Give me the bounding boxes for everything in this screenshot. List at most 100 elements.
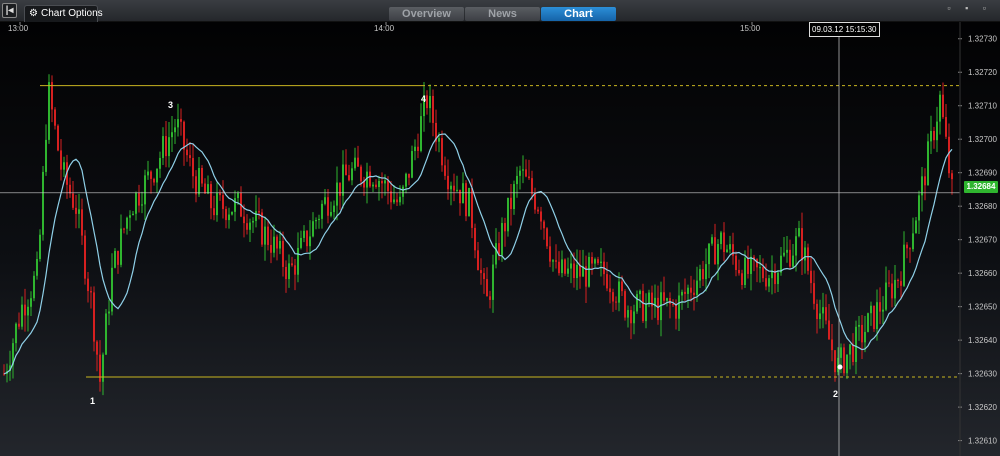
candle [450, 181, 452, 206]
candle [18, 312, 20, 330]
candle [330, 201, 332, 218]
price-tick-label: 1.32610 [968, 437, 997, 446]
candle [261, 208, 263, 247]
candle [750, 248, 752, 291]
price-tick-label: 1.32640 [968, 336, 997, 345]
candle [327, 189, 329, 224]
candle [189, 142, 191, 167]
candle [549, 236, 551, 268]
candle [789, 239, 791, 269]
tab-chart[interactable]: Chart [541, 7, 616, 21]
candle [315, 217, 317, 230]
candle [351, 162, 353, 186]
price-axis: 1.32730 1.32720 1.32710 1.32700 1.32690 1.326… [958, 22, 997, 456]
candle [276, 234, 278, 261]
candle [174, 119, 176, 144]
candle [741, 269, 743, 290]
candle [492, 254, 494, 313]
candle [570, 251, 572, 284]
crosshair-time-label: 09.03.12 15:15:30 [809, 22, 880, 37]
price-tick-label: 1.32710 [968, 102, 997, 111]
candle [540, 206, 542, 230]
candle [420, 103, 422, 153]
candle [150, 170, 152, 194]
candle [312, 212, 314, 238]
candle [852, 333, 854, 366]
candle [213, 195, 215, 221]
candle [690, 275, 692, 302]
candle [594, 257, 596, 268]
candle [132, 211, 134, 216]
candle [747, 245, 749, 279]
candle [183, 120, 185, 166]
candle [774, 263, 776, 294]
candle [705, 248, 707, 292]
candle [78, 193, 80, 229]
price-tick-label: 1.32660 [968, 269, 997, 278]
candle [324, 188, 326, 206]
candle [669, 292, 671, 319]
candle [939, 90, 941, 135]
chart-area[interactable]: 1.32730 1.32720 1.32710 1.32700 1.32690 1.326… [0, 22, 1000, 456]
candle [105, 309, 107, 355]
candle [819, 299, 821, 329]
candle [465, 180, 467, 222]
candle [39, 229, 41, 262]
candle [681, 289, 683, 310]
wave-marker-2: 2 [833, 389, 838, 399]
candle [822, 292, 824, 329]
candle [96, 340, 98, 372]
candle [309, 220, 311, 260]
candle [555, 244, 557, 269]
candle [879, 287, 881, 325]
candle [561, 250, 563, 278]
candle [177, 103, 179, 137]
candle [882, 296, 884, 325]
candle [612, 288, 614, 312]
candle [657, 285, 659, 325]
window-controls[interactable]: ▫ ▪ ▫ [947, 3, 992, 13]
candle [585, 255, 587, 304]
candle [201, 165, 203, 187]
candle [453, 173, 455, 202]
candle [357, 145, 359, 167]
candle [522, 155, 524, 184]
candle [15, 322, 17, 352]
candle [99, 340, 101, 392]
chart-options-tab[interactable]: ⚙ Chart Options [24, 5, 103, 22]
tab-news[interactable]: News [465, 7, 540, 21]
wave-marker-4: 4 [421, 94, 426, 104]
candle [129, 210, 131, 231]
candle [375, 179, 377, 189]
candle [873, 305, 875, 332]
candle [111, 253, 113, 316]
candle [417, 133, 419, 159]
candle [165, 121, 167, 168]
candle [645, 293, 647, 329]
panel-toggle-icon[interactable]: |◂ [2, 3, 17, 18]
candle [408, 173, 410, 186]
candle [783, 237, 785, 258]
candle [591, 252, 593, 275]
candle [597, 256, 599, 266]
candle [45, 124, 47, 176]
candle [768, 274, 770, 293]
candles [3, 74, 953, 396]
tab-overview[interactable]: Overview [389, 7, 464, 21]
candle [825, 294, 827, 325]
candle [633, 304, 635, 335]
candle [372, 182, 374, 192]
candlestick-chart[interactable]: 1.32730 1.32720 1.32710 1.32700 1.32690 1.326… [0, 22, 1000, 456]
candle [867, 312, 869, 333]
candle [519, 165, 521, 190]
candle [294, 258, 296, 291]
candle [552, 258, 554, 272]
wave-markers: 1 2 3 4 [90, 94, 838, 406]
candle [156, 168, 158, 193]
candle [51, 75, 53, 123]
candle [726, 244, 728, 253]
candle [738, 259, 740, 276]
crosshair-point [837, 364, 843, 370]
candle [510, 183, 512, 226]
candle [936, 106, 938, 153]
